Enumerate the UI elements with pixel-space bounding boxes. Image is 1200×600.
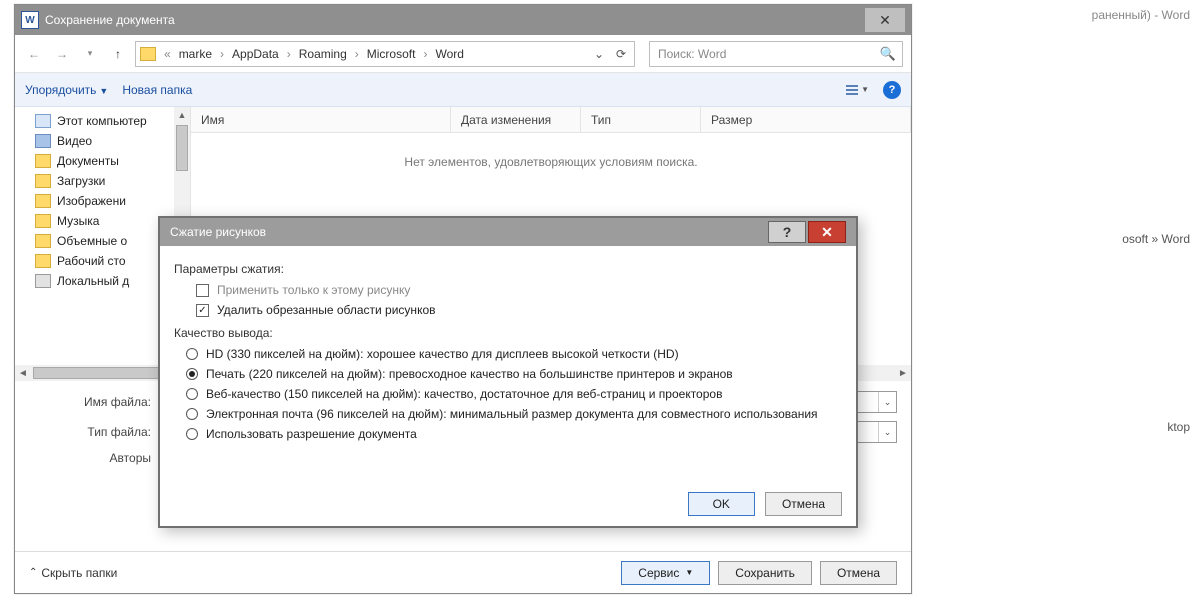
chevron-right-icon: › xyxy=(423,47,427,61)
list-header: Имя Дата изменения Тип Размер xyxy=(191,107,911,133)
authors-label: Авторы xyxy=(29,451,159,465)
help-icon[interactable]: ? xyxy=(883,81,901,99)
filetype-label: Тип файла: xyxy=(29,425,159,439)
empty-list-message: Нет элементов, удовлетворяющих условиям … xyxy=(191,133,911,169)
radio-icon xyxy=(186,368,198,380)
breadcrumb[interactable]: « marke › AppData › Roaming › Microsoft … xyxy=(135,41,635,67)
refresh-icon[interactable]: ⟳ xyxy=(612,47,630,61)
search-box[interactable]: 🔍 xyxy=(649,41,903,67)
scroll-thumb[interactable] xyxy=(176,125,188,171)
crumb-1[interactable]: AppData xyxy=(232,47,279,61)
apply-only-this-checkbox[interactable]: Применить только к этому рисунку xyxy=(174,280,842,300)
tree-this-pc[interactable]: Этот компьютер xyxy=(15,111,190,131)
list-view-icon xyxy=(846,85,858,95)
compression-params-heading: Параметры сжатия: xyxy=(174,262,842,276)
save-dialog-title: Сохранение документа xyxy=(45,13,175,27)
tree-pictures[interactable]: Изображени xyxy=(15,191,190,211)
output-quality-heading: Качество вывода: xyxy=(174,326,842,340)
quality-email-radio[interactable]: Электронная почта (96 пикселей на дюйм):… xyxy=(174,404,842,424)
delete-cropped-checkbox[interactable]: ✓ Удалить обрезанные области рисунков xyxy=(174,300,842,320)
cancel-button[interactable]: Отмена xyxy=(765,492,842,516)
compress-pictures-dialog: Сжатие рисунков ? ✕ Параметры сжатия: Пр… xyxy=(158,216,858,528)
nav-back-icon[interactable]: ← xyxy=(23,43,45,65)
compress-dialog-titlebar[interactable]: Сжатие рисунков ? ✕ xyxy=(160,218,856,246)
col-date[interactable]: Дата изменения xyxy=(451,107,581,132)
chevron-right-icon: › xyxy=(220,47,224,61)
chevron-up-icon: ⌃ xyxy=(29,567,37,578)
col-type[interactable]: Тип xyxy=(581,107,701,132)
chevron-down-icon[interactable]: ⌄ xyxy=(878,392,896,412)
nav-up-icon[interactable]: ↑ xyxy=(107,43,129,65)
quality-print-radio[interactable]: Печать (220 пикселей на дюйм): превосход… xyxy=(174,364,842,384)
close-icon[interactable]: ✕ xyxy=(808,221,846,243)
organize-button[interactable]: Упорядочить▼ xyxy=(25,83,108,97)
tree-downloads[interactable]: Загрузки xyxy=(15,171,190,191)
tree-documents[interactable]: Документы xyxy=(15,151,190,171)
word-icon: W xyxy=(21,11,39,29)
radio-icon xyxy=(186,348,198,360)
crumb-3[interactable]: Microsoft xyxy=(367,47,416,61)
scroll-up-icon[interactable]: ▲ xyxy=(174,107,190,123)
search-icon[interactable]: 🔍 xyxy=(880,46,896,62)
view-button[interactable]: ▼ xyxy=(846,85,869,95)
save-button[interactable]: Сохранить xyxy=(718,561,812,585)
chevron-right-icon: › xyxy=(287,47,291,61)
folder-icon xyxy=(140,47,156,61)
filename-label: Имя файла: xyxy=(29,395,159,409)
save-dialog-footer: ⌃ Скрыть папки Сервис▼ Сохранить Отмена xyxy=(15,551,911,593)
new-folder-button[interactable]: Новая папка xyxy=(122,83,192,97)
crumb-4[interactable]: Word xyxy=(435,47,463,61)
search-input[interactable] xyxy=(656,46,880,62)
nav-recent-icon[interactable]: ▾ xyxy=(79,43,101,65)
quality-docres-radio[interactable]: Использовать разрешение документа xyxy=(174,424,842,444)
quality-web-radio[interactable]: Веб-качество (150 пикселей на дюйм): кач… xyxy=(174,384,842,404)
help-button[interactable]: ? xyxy=(768,221,806,243)
checkbox-icon xyxy=(196,284,209,297)
col-size[interactable]: Размер xyxy=(701,107,911,132)
radio-icon xyxy=(186,408,198,420)
save-dialog-titlebar[interactable]: W Сохранение документа ✕ xyxy=(15,5,911,35)
scroll-left-icon[interactable]: ◄ xyxy=(15,368,31,379)
chevron-right-icon: › xyxy=(355,47,359,61)
tree-videos[interactable]: Видео xyxy=(15,131,190,151)
crumb-0[interactable]: marke xyxy=(179,47,212,61)
checkbox-icon: ✓ xyxy=(196,304,209,317)
close-icon[interactable]: ✕ xyxy=(865,8,905,32)
chevron-down-icon[interactable]: ⌄ xyxy=(878,422,896,442)
chevron-right-icon: « xyxy=(164,47,171,61)
compress-dialog-title: Сжатие рисунков xyxy=(170,225,266,239)
col-name[interactable]: Имя xyxy=(191,107,451,132)
crumb-2[interactable]: Roaming xyxy=(299,47,347,61)
radio-icon xyxy=(186,428,198,440)
quality-hd-radio[interactable]: HD (330 пикселей на дюйм): хорошее качес… xyxy=(174,344,842,364)
tools-button[interactable]: Сервис▼ xyxy=(621,561,710,585)
hide-folders-button[interactable]: ⌃ Скрыть папки xyxy=(29,566,117,580)
crumb-dropdown-icon[interactable]: ⌄ xyxy=(590,47,608,61)
radio-icon xyxy=(186,388,198,400)
bg-save-fragment: ktop xyxy=(1167,420,1190,434)
scroll-right-icon[interactable]: ► xyxy=(895,368,911,379)
nav-row: ← → ▾ ↑ « marke › AppData › Roaming › Mi… xyxy=(15,35,911,73)
bg-path-fragment: osoft » Word xyxy=(1122,232,1190,246)
bg-word-title: раненный) - Word xyxy=(1092,8,1190,22)
ok-button[interactable]: OK xyxy=(688,492,755,516)
command-bar: Упорядочить▼ Новая папка ▼ ? xyxy=(15,73,911,107)
nav-fwd-icon: → xyxy=(51,43,73,65)
cancel-button[interactable]: Отмена xyxy=(820,561,897,585)
